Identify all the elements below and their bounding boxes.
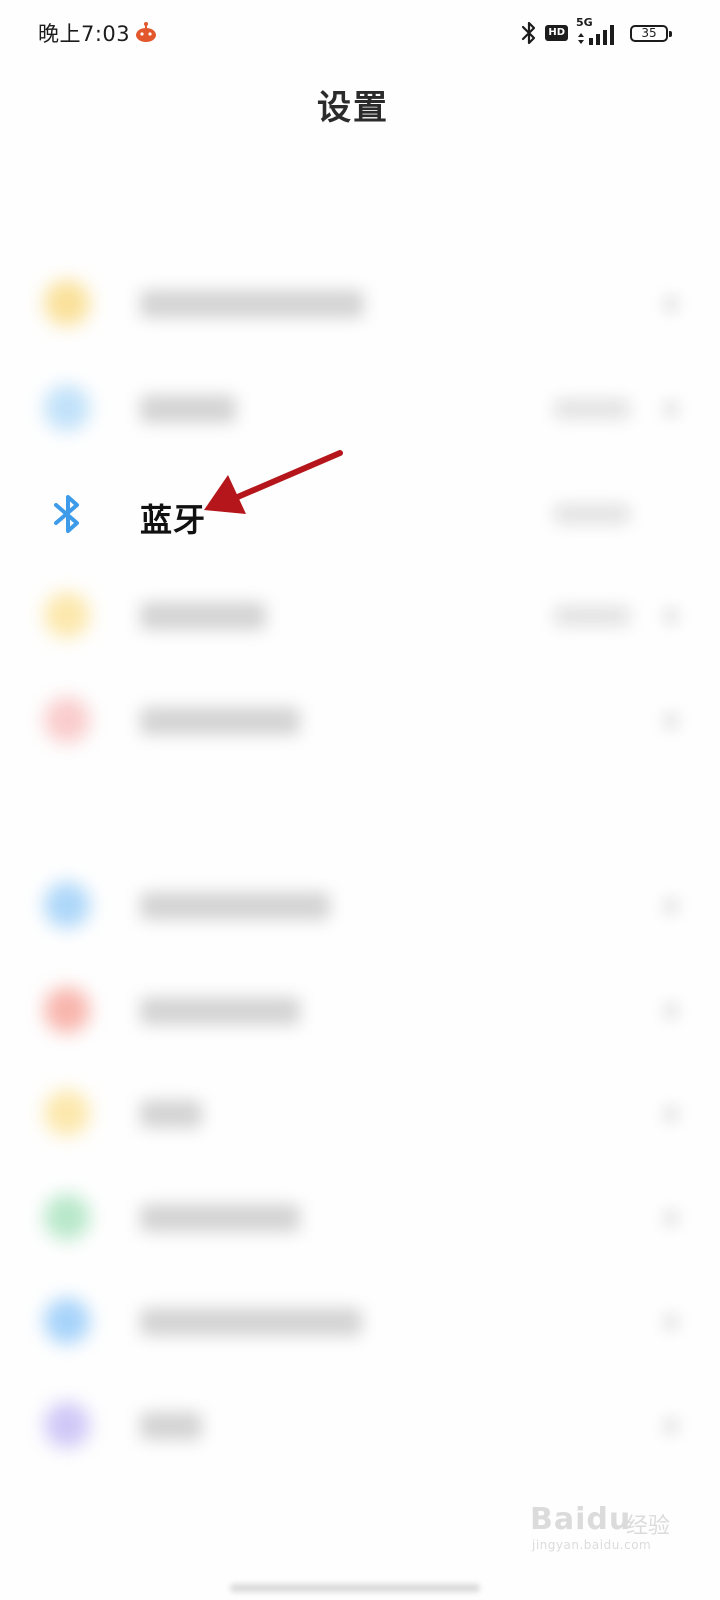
hd-icon: HD [545, 25, 568, 41]
battery-icon: 35 [630, 24, 672, 42]
chevron-right-icon [662, 1416, 680, 1436]
blurred-icon [44, 385, 90, 431]
chevron-right-icon [662, 294, 680, 314]
settings-row-blurred[interactable] [0, 258, 720, 348]
bluetooth-icon [54, 495, 79, 533]
settings-row-blurred[interactable] [0, 965, 720, 1055]
chevron-right-icon [662, 711, 680, 731]
network-type-label: 5G [576, 16, 593, 29]
blurred-label [140, 1204, 300, 1232]
settings-row-blurred[interactable] [0, 675, 720, 765]
blurred-icon [44, 1194, 90, 1240]
chevron-right-icon [662, 1001, 680, 1021]
chevron-right-icon [662, 896, 680, 916]
blurred-label [140, 290, 364, 318]
settings-row-blurred[interactable] [0, 860, 720, 950]
watermark-brand: Baidu [530, 1502, 632, 1537]
status-bar: 晚上7:03 HD 5G 35 [0, 0, 720, 64]
page-title: 设置 [317, 88, 389, 128]
bluetooth-icon [522, 21, 536, 45]
watermark-product: 经验 [626, 1514, 671, 1539]
battery-tip [669, 30, 672, 37]
blurred-icon [44, 1090, 90, 1136]
settings-row-blurred[interactable] [0, 1068, 720, 1158]
blurred-label [140, 892, 330, 920]
blurred-icon [44, 1402, 90, 1448]
blurred-value [554, 399, 630, 419]
chevron-right-icon [662, 1104, 680, 1124]
blurred-label [140, 997, 300, 1025]
home-indicator[interactable] [230, 1584, 480, 1592]
settings-row-blurred[interactable] [0, 1276, 720, 1366]
blurred-label [140, 602, 266, 630]
blurred-label [140, 1308, 362, 1336]
blurred-value [554, 504, 630, 524]
status-indicators: HD 5G 35 [520, 16, 672, 48]
blurred-icon [44, 882, 90, 928]
annotation-arrow-icon [204, 450, 343, 514]
settings-row-blurred[interactable] [0, 363, 720, 453]
blurred-icon [44, 1298, 90, 1344]
chevron-right-icon [662, 1208, 680, 1228]
blurred-icon [44, 280, 90, 326]
watermark-url: jingyan.baidu.com [532, 1538, 652, 1552]
blurred-label [140, 1100, 202, 1128]
settings-row-bluetooth[interactable]: 蓝牙 [0, 468, 720, 558]
blurred-value [554, 606, 630, 626]
signal-icon: 5G [575, 16, 623, 47]
blurred-label [140, 395, 236, 423]
blurred-label [140, 1412, 202, 1440]
blurred-icon [44, 592, 90, 638]
settings-row-blurred[interactable] [0, 1380, 720, 1470]
blurred-icon [44, 697, 90, 743]
settings-row-blurred[interactable] [0, 1172, 720, 1262]
blurred-label [140, 707, 300, 735]
chevron-right-icon [662, 1312, 680, 1332]
settings-screen: 晚上7:03 HD 5G 35 设置 蓝牙 Baidu 经验 jingyan.b… [0, 0, 720, 1600]
app-notification-icon [136, 22, 156, 42]
status-time: 晚上7:03 [38, 22, 131, 46]
chevron-right-icon [662, 606, 680, 626]
watermark: Baidu 经验 jingyan.baidu.com [530, 1490, 670, 1560]
blurred-icon [44, 987, 90, 1033]
battery-level: 35 [641, 26, 657, 40]
chevron-right-icon [662, 399, 680, 419]
settings-row-blurred[interactable] [0, 570, 720, 660]
